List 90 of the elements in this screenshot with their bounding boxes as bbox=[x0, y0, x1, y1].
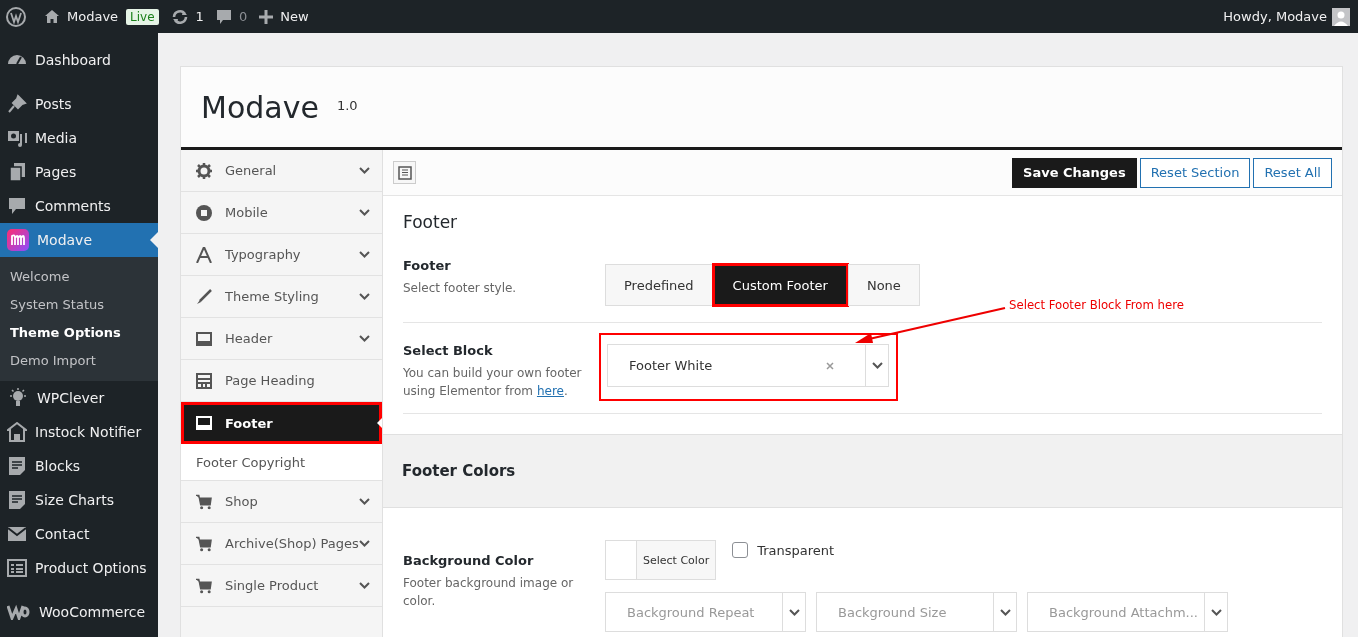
speech-bubble-icon bbox=[7, 196, 27, 216]
house-icon bbox=[7, 422, 27, 442]
admin-submenu-item[interactable]: Welcome bbox=[0, 263, 158, 291]
footer-style-option[interactable]: None bbox=[847, 264, 920, 306]
refresh-icon bbox=[170, 8, 189, 25]
admin-menu-item[interactable]: WooCommerce bbox=[0, 595, 158, 629]
new-link[interactable]: New bbox=[259, 9, 309, 24]
options-nav-item[interactable]: Single Product bbox=[181, 565, 382, 607]
reset-button[interactable]: Reset Section bbox=[1139, 157, 1251, 188]
admin-menu-item[interactable]: Media bbox=[0, 121, 158, 155]
chevron-down-icon bbox=[999, 608, 1011, 616]
cart-icon bbox=[196, 493, 212, 510]
avatar-icon bbox=[1332, 7, 1350, 26]
options-nav-item[interactable]: Typography bbox=[181, 234, 382, 276]
panel-icon bbox=[397, 165, 412, 180]
comments-link[interactable]: 0 bbox=[215, 8, 248, 25]
gear-icon bbox=[196, 162, 212, 179]
footer-style-option[interactable]: Custom Footer bbox=[712, 264, 848, 306]
options-nav-item[interactable]: Mobile bbox=[181, 192, 382, 234]
field-description: Select footer style. bbox=[403, 280, 518, 297]
speech-bubble-icon bbox=[215, 8, 232, 25]
admin-submenu-item[interactable]: Theme Options bbox=[0, 319, 158, 347]
footer-style-option[interactable]: Predefined bbox=[605, 264, 713, 306]
envelope-icon bbox=[7, 526, 27, 542]
pin-icon bbox=[7, 94, 27, 114]
section-title: Footer bbox=[403, 212, 459, 232]
options-nav-item[interactable]: Header bbox=[181, 318, 382, 360]
woo-logo-icon bbox=[7, 604, 31, 620]
account-link[interactable]: Howdy, Modave bbox=[1223, 7, 1350, 26]
field-label: Background Color bbox=[403, 553, 535, 568]
logo-icon bbox=[7, 229, 29, 251]
list-icon bbox=[7, 559, 27, 577]
options-subnav-item[interactable]: Footer Copyright bbox=[181, 444, 382, 481]
clear-icon[interactable] bbox=[826, 361, 834, 370]
letter-a-icon bbox=[196, 246, 212, 263]
chevron-down-icon bbox=[788, 608, 800, 616]
color-picker-button[interactable]: Select Color bbox=[605, 540, 717, 580]
layout-toggle-button[interactable] bbox=[393, 161, 416, 184]
options-nav-item[interactable]: Shop bbox=[181, 481, 382, 523]
live-badge: Live bbox=[126, 8, 159, 25]
admin-menu-item[interactable]: WPClever bbox=[0, 381, 158, 415]
chevron-down-icon bbox=[1210, 608, 1222, 616]
layout-icon bbox=[196, 372, 212, 389]
admin-menu-item[interactable]: Contact bbox=[0, 517, 158, 551]
house-icon bbox=[44, 9, 60, 24]
save-button[interactable]: Save Changes bbox=[1012, 157, 1137, 188]
options-nav-item[interactable]: Footer bbox=[181, 402, 382, 444]
admin-menu-item[interactable]: Product Options bbox=[0, 551, 158, 585]
reset-button[interactable]: Reset All bbox=[1253, 157, 1332, 188]
admin-menu-item[interactable]: Modave bbox=[0, 223, 158, 257]
field-label: Footer bbox=[403, 258, 452, 273]
admin-submenu-item[interactable]: Demo Import bbox=[0, 347, 158, 375]
field-description: Footer background image or color. bbox=[403, 575, 575, 610]
pages-icon bbox=[7, 162, 27, 182]
circle-icon bbox=[196, 204, 212, 221]
here-link[interactable]: here bbox=[536, 384, 564, 398]
admin-menu-item[interactable]: Blocks bbox=[0, 449, 158, 483]
brush-icon bbox=[196, 288, 212, 305]
updates-link[interactable]: 1 bbox=[170, 8, 204, 25]
admin-menu-item[interactable]: Comments bbox=[0, 189, 158, 223]
camera-note-icon bbox=[7, 128, 27, 148]
site-name-link[interactable]: Modave bbox=[44, 9, 119, 24]
monitor-icon bbox=[196, 331, 212, 346]
field-description: You can build your own footer using Elementor from here. bbox=[403, 365, 583, 400]
subsection-title: Footer Colors bbox=[402, 462, 516, 480]
version-label: 1.0 bbox=[336, 97, 358, 113]
admin-menu-item[interactable]: Instock Notifier bbox=[0, 415, 158, 449]
admin-menu-item[interactable]: Size Charts bbox=[0, 483, 158, 517]
document-icon bbox=[7, 490, 27, 510]
admin-menu-item[interactable]: Pages bbox=[0, 155, 158, 189]
admin-submenu-item[interactable]: System Status bbox=[0, 291, 158, 319]
monitor-icon bbox=[196, 416, 212, 430]
lightbulb-icon bbox=[7, 387, 29, 409]
cart-icon bbox=[196, 535, 212, 552]
cart-icon bbox=[196, 577, 212, 594]
chevron-down-icon bbox=[871, 362, 883, 369]
options-nav-item[interactable]: Theme Styling bbox=[181, 276, 382, 318]
block-select[interactable]: Footer White bbox=[607, 344, 889, 387]
transparent-checkbox[interactable]: Transparent bbox=[732, 542, 835, 558]
document-icon bbox=[7, 456, 27, 476]
field-label: Select Block bbox=[403, 343, 494, 358]
options-nav-item[interactable]: General bbox=[181, 150, 382, 192]
annotation-text: Select Footer Block From here bbox=[1009, 297, 1184, 312]
options-nav-item[interactable]: Archive(Shop) Pages bbox=[181, 523, 382, 565]
admin-menu-item[interactable]: Dashboard bbox=[0, 43, 158, 77]
wordpress-logo-icon[interactable] bbox=[6, 6, 26, 27]
plus-icon bbox=[259, 9, 274, 24]
checkbox[interactable] bbox=[732, 542, 749, 558]
admin-menu-item[interactable]: Posts bbox=[0, 87, 158, 121]
panel-title: Modave bbox=[201, 89, 319, 125]
